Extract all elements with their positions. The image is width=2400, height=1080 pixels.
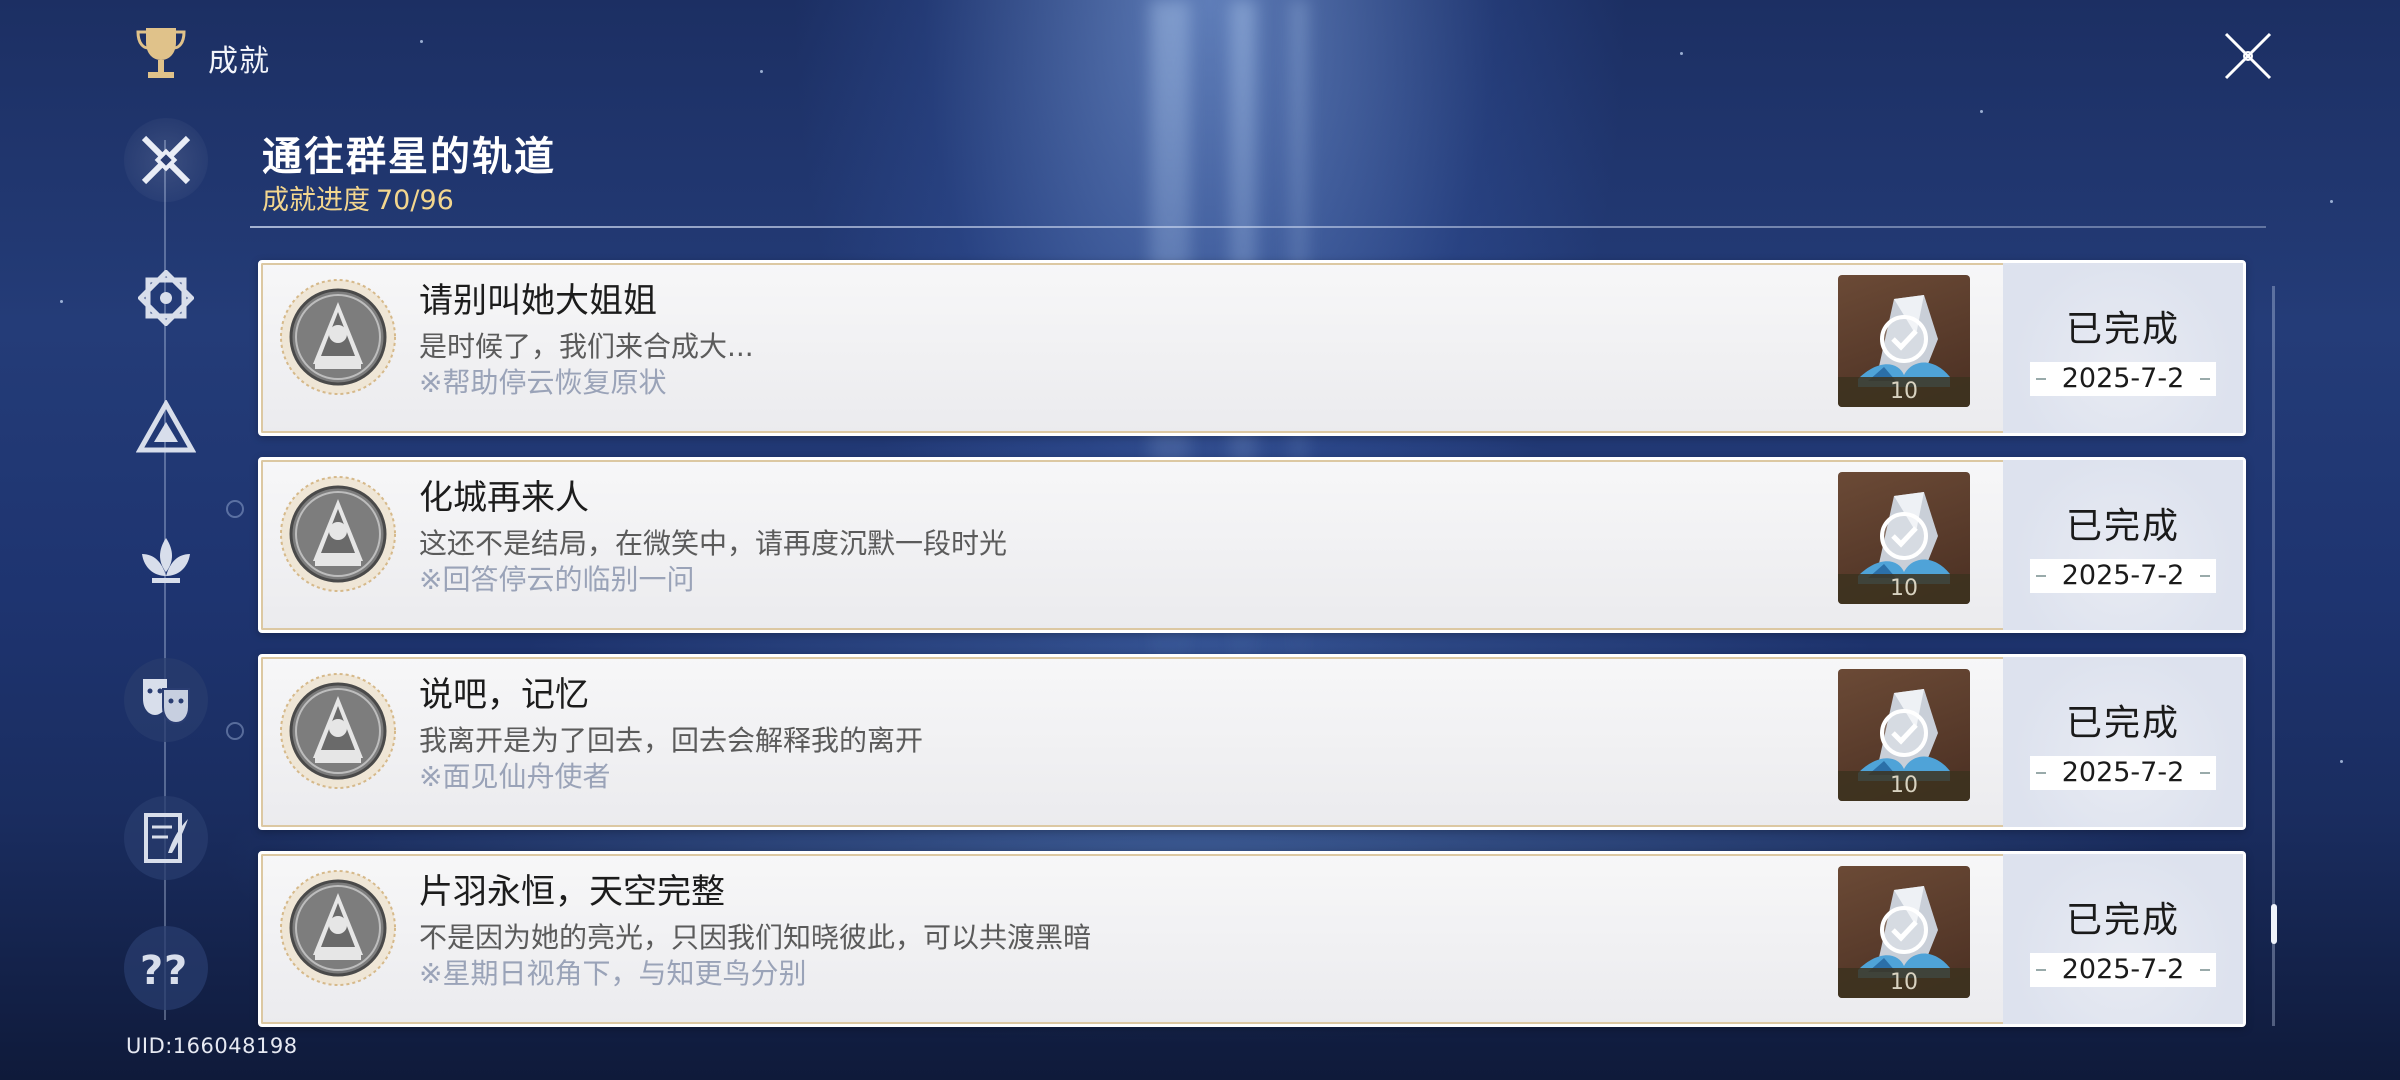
reward-item[interactable]: 10 [1838, 669, 1970, 801]
question-marks-icon: ? ? [140, 948, 187, 994]
achievement-card[interactable]: 片羽永恒，天空完整 不是因为她的亮光，只因我们知晓彼此，可以共渡黑暗 ※星期日视… [258, 851, 2246, 1027]
crossed-swords-icon [141, 135, 191, 185]
reward-quantity: 10 [1838, 968, 1970, 998]
status-panel: 已完成 2025-7-2 [2003, 460, 2243, 630]
achievement-card[interactable]: 说吧，记忆 我离开是为了回去，回去会解释我的离开 ※面见仙舟使者 10 已完成 … [258, 654, 2246, 830]
progress-label: 成就进度 [262, 185, 370, 216]
status-label: 已完成 [2065, 703, 2180, 744]
achievement-hint: ※星期日视角下，与知更鸟分别 [419, 957, 807, 990]
reward-quantity: 10 [1838, 771, 1970, 801]
sidebar-item-category-5[interactable] [124, 658, 208, 742]
achievement-description: 这还不是结局，在微笑中，请再度沉默一段时光 [419, 527, 1008, 560]
trophy-icon [136, 24, 186, 84]
category-progress: 成就进度 70/96 [262, 178, 454, 217]
achievement-hint: ※回答停云的临别一问 [419, 563, 695, 596]
sidebar-dot [226, 500, 244, 518]
star [420, 40, 423, 43]
progress-value: 70/96 [376, 185, 454, 216]
octagon-emblem-icon [138, 270, 194, 326]
sidebar-item-category-7[interactable]: ? ? [124, 926, 208, 1010]
status-panel: 已完成 2025-7-2 [2003, 657, 2243, 827]
achievement-name: 化城再来人 [419, 478, 589, 518]
achievement-hint: ※帮助停云恢复原状 [419, 366, 667, 399]
achievement-name: 请别叫她大姐姐 [419, 281, 657, 321]
achievement-hint: ※面见仙舟使者 [419, 760, 611, 793]
star [60, 300, 63, 303]
status-label: 已完成 [2065, 506, 2180, 547]
achievement-card[interactable]: 请别叫她大姐姐 是时候了，我们来合成大... ※帮助停云恢复原状 10 已完成 … [258, 260, 2246, 436]
reward-item[interactable]: 10 [1838, 472, 1970, 604]
reward-quantity: 10 [1838, 574, 1970, 604]
achievement-description: 不是因为她的亮光，只因我们知晓彼此，可以共渡黑暗 [419, 921, 1092, 954]
achievement-medal-icon [279, 475, 397, 593]
sidebar-item-category-3[interactable] [124, 386, 208, 470]
status-panel: 已完成 2025-7-2 [2003, 854, 2243, 1024]
status-label: 已完成 [2065, 900, 2180, 941]
star [2340, 760, 2343, 763]
sidebar-item-category-1[interactable] [124, 118, 208, 202]
sidebar-item-category-2[interactable] [124, 256, 208, 340]
status-panel: 已完成 2025-7-2 [2003, 263, 2243, 433]
sidebar-item-category-4[interactable] [124, 518, 208, 602]
star [1680, 52, 1683, 55]
achievement-medal-icon [279, 278, 397, 396]
achievement-medal-icon [279, 672, 397, 790]
triangle-emblem-icon [136, 400, 196, 453]
achievement-name: 说吧，记忆 [419, 675, 589, 715]
achievement-description: 是时候了，我们来合成大... [419, 330, 754, 363]
lotus-emblem-icon [142, 538, 190, 583]
theater-masks-icon [143, 679, 190, 725]
close-button[interactable] [2222, 30, 2274, 82]
star [1980, 110, 1983, 113]
status-label: 已完成 [2065, 309, 2180, 350]
sidebar-dot [226, 722, 244, 740]
achievement-medal-icon [279, 869, 397, 987]
notebook-quill-icon [144, 813, 188, 863]
category-title: 通往群星的轨道 [262, 134, 556, 180]
completion-date: 2025-7-2 [2030, 953, 2216, 987]
completion-date: 2025-7-2 [2030, 559, 2216, 593]
close-icon [2224, 32, 2272, 80]
achievement-card[interactable]: 化城再来人 这还不是结局，在微笑中，请再度沉默一段时光 ※回答停云的临别一问 1… [258, 457, 2246, 633]
star [2330, 200, 2333, 203]
reward-item[interactable]: 10 [1838, 275, 1970, 407]
svg-text:?: ? [140, 948, 163, 994]
header-divider [250, 226, 2266, 228]
achievement-description: 我离开是为了回去，回去会解释我的离开 [419, 724, 924, 757]
user-id: UID:166048198 [126, 1034, 298, 1058]
scrollbar-thumb[interactable] [2271, 904, 2277, 944]
completion-date: 2025-7-2 [2030, 362, 2216, 396]
achievement-name: 片羽永恒，天空完整 [419, 872, 725, 912]
page-title: 成就 [208, 44, 270, 79]
svg-text:?: ? [164, 948, 187, 994]
reward-item[interactable]: 10 [1838, 866, 1970, 998]
reward-quantity: 10 [1838, 377, 1970, 407]
star [760, 70, 763, 73]
completion-date: 2025-7-2 [2030, 756, 2216, 790]
sidebar-item-category-6[interactable] [124, 796, 208, 880]
